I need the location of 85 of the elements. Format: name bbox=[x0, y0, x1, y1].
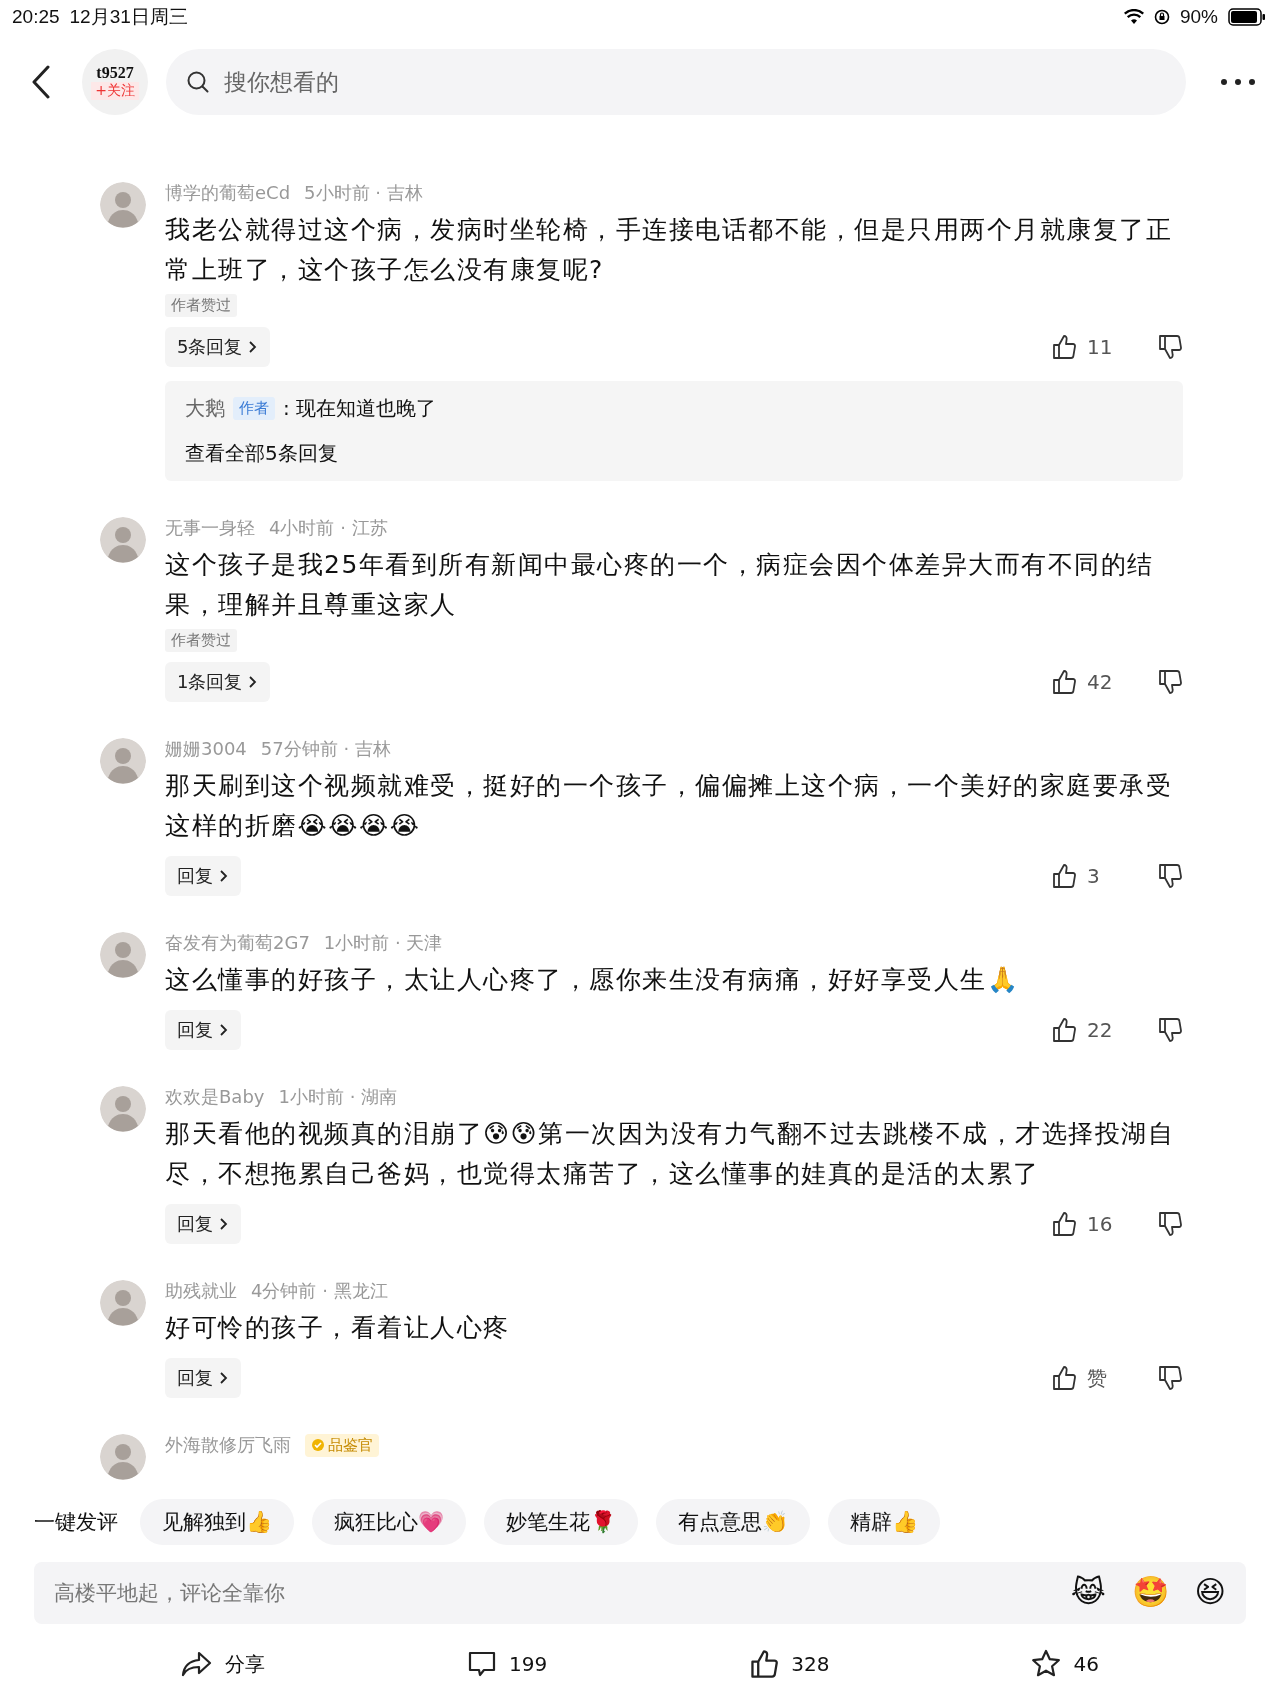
chevron-icon bbox=[219, 869, 229, 883]
chevron-icon bbox=[219, 1023, 229, 1037]
rotation-lock-icon bbox=[1153, 9, 1170, 25]
search-field[interactable]: 搜你想看的 bbox=[166, 49, 1186, 115]
like-icon[interactable] bbox=[749, 1649, 780, 1679]
like-icon[interactable] bbox=[1051, 1017, 1077, 1043]
quick-reply-chip[interactable]: 见解独到👍 bbox=[140, 1499, 294, 1545]
like-count: 42 bbox=[1087, 670, 1114, 694]
account-avatar[interactable]: t9527 +关注 bbox=[82, 49, 148, 115]
comment-text: 那天看他的视频真的泪崩了😰😰第一次因为没有力气翻不过去跳楼不成，才选择投湖自尽，不想拖累自己爸妈，也觉得太痛苦了，这么懂事的娃真的是活的太累了 bbox=[165, 1118, 1176, 1190]
comment-time: 1小时前 · 湖南 bbox=[278, 1085, 398, 1109]
author-liked-tag: 作者赞过 bbox=[165, 294, 237, 317]
wifi-icon bbox=[1123, 9, 1144, 25]
comment-time: 4分钟前 · 黑龙江 bbox=[251, 1279, 388, 1303]
user-avatar[interactable] bbox=[100, 738, 146, 784]
author-liked-tag: 作者赞过 bbox=[165, 629, 237, 652]
chevron-icon bbox=[248, 675, 259, 689]
chevron-icon bbox=[219, 1217, 229, 1231]
comment-time: 5小时前 · 吉林 bbox=[304, 181, 423, 205]
user-avatar[interactable] bbox=[100, 1280, 146, 1326]
like-icon[interactable] bbox=[1051, 863, 1077, 889]
like-icon[interactable] bbox=[1051, 1365, 1077, 1391]
comment-text: 那天刷到这个视频就难受，挺好的一个孩子，偏偏摊上这个病，一个美好的家庭要承受这样的折磨😭😭😭😭 bbox=[165, 770, 1173, 842]
user-avatar[interactable] bbox=[100, 1434, 146, 1480]
user-avatar[interactable] bbox=[100, 932, 146, 978]
comment-text: 这个孩子是我25年看到所有新闻中最心疼的一个，病症会因个体差异大而有不同的结果，理解并且尊重这家人 bbox=[165, 549, 1155, 621]
share-icon[interactable] bbox=[181, 1650, 213, 1678]
like-icon[interactable] bbox=[1051, 1211, 1077, 1237]
replies-button[interactable]: 回复 bbox=[165, 1204, 241, 1244]
quick-reply-chip[interactable]: 精辟👍 bbox=[828, 1499, 940, 1545]
quick-reply-label: 一键发评 bbox=[34, 1509, 118, 1536]
dislike-icon[interactable] bbox=[1157, 669, 1183, 695]
user-avatar[interactable] bbox=[100, 182, 146, 228]
like-icon[interactable] bbox=[1051, 669, 1077, 695]
like-count: 3 bbox=[1087, 864, 1101, 888]
comment-icon[interactable] bbox=[467, 1650, 498, 1678]
dislike-icon[interactable] bbox=[1157, 1017, 1183, 1043]
dislike-icon[interactable] bbox=[1157, 1211, 1183, 1237]
comment-time: 1小时前 · 天津 bbox=[323, 931, 443, 955]
battery-percent: 90% bbox=[1179, 6, 1218, 28]
replies-button[interactable]: 回复 bbox=[165, 1010, 241, 1050]
comment-time: 57分钟前 · 吉林 bbox=[260, 737, 391, 761]
emoji-button[interactable]: 😆 bbox=[1194, 1574, 1226, 1609]
like-count: 赞 bbox=[1087, 1364, 1108, 1392]
user-avatar[interactable] bbox=[100, 517, 146, 563]
follow-button[interactable]: +关注 bbox=[91, 82, 139, 100]
comment-text: 好可怜的孩子，看着让人心疼 bbox=[165, 1312, 511, 1344]
chevron-icon bbox=[219, 1371, 229, 1385]
reviewer-badge: 品鉴官 bbox=[305, 1433, 379, 1457]
action-label[interactable]: 分享 bbox=[225, 1650, 265, 1678]
quick-reply-chip[interactable]: 疯狂比心💗 bbox=[312, 1499, 466, 1545]
like-icon[interactable] bbox=[1051, 334, 1077, 360]
replies-button[interactable]: 回复 bbox=[165, 856, 241, 896]
replies-button[interactable]: 5条回复 bbox=[165, 327, 271, 367]
search-icon bbox=[186, 70, 210, 94]
like-count: 11 bbox=[1087, 335, 1114, 359]
reply-text: : 现在知道也晚了 bbox=[283, 395, 437, 422]
reply-user[interactable]: 大鹅 bbox=[185, 395, 225, 422]
account-name: t9527 bbox=[96, 64, 134, 82]
user-avatar[interactable] bbox=[100, 1086, 146, 1132]
dislike-icon[interactable] bbox=[1157, 863, 1183, 889]
view-all-replies-link[interactable]: 查看全部5条回复 bbox=[185, 440, 338, 467]
chevron-icon bbox=[248, 340, 259, 354]
comment-time: 4小时前 · 江苏 bbox=[269, 516, 388, 540]
replies-button[interactable]: 1条回复 bbox=[165, 662, 271, 702]
more-icon[interactable] bbox=[1220, 78, 1256, 86]
star-icon[interactable] bbox=[1031, 1649, 1062, 1679]
action-label[interactable]: 199 bbox=[509, 1652, 548, 1676]
back-icon[interactable] bbox=[30, 65, 52, 99]
dislike-icon[interactable] bbox=[1157, 1365, 1183, 1391]
action-label[interactable]: 46 bbox=[1073, 1652, 1099, 1676]
status-time: 20:25 bbox=[12, 6, 60, 28]
like-count: 22 bbox=[1087, 1018, 1114, 1042]
quick-reply-chip[interactable]: 妙笔生花🌹 bbox=[484, 1499, 638, 1545]
dislike-icon[interactable] bbox=[1157, 334, 1183, 360]
like-count: 16 bbox=[1087, 1212, 1114, 1236]
battery-icon bbox=[1228, 8, 1266, 26]
comment-text: 这么懂事的好孩子，太让人心疼了，愿你来生没有病痛，好好享受人生🙏 bbox=[165, 964, 1020, 996]
replies-button[interactable]: 回复 bbox=[165, 1358, 241, 1398]
author-tag: 作者 bbox=[233, 397, 275, 420]
action-label[interactable]: 328 bbox=[791, 1652, 830, 1676]
status-date: 12月31日周三 bbox=[69, 5, 188, 29]
emoji-button[interactable]: 😹 bbox=[1070, 1574, 1106, 1609]
comment-text: 我老公就得过这个病，发病时坐轮椅，手连接电话都不能，但是只用两个月就康复了正常上班了，这个孩子怎么没有康复呢? bbox=[165, 214, 1173, 286]
quick-reply-chip[interactable]: 有点意思👏 bbox=[656, 1499, 810, 1545]
